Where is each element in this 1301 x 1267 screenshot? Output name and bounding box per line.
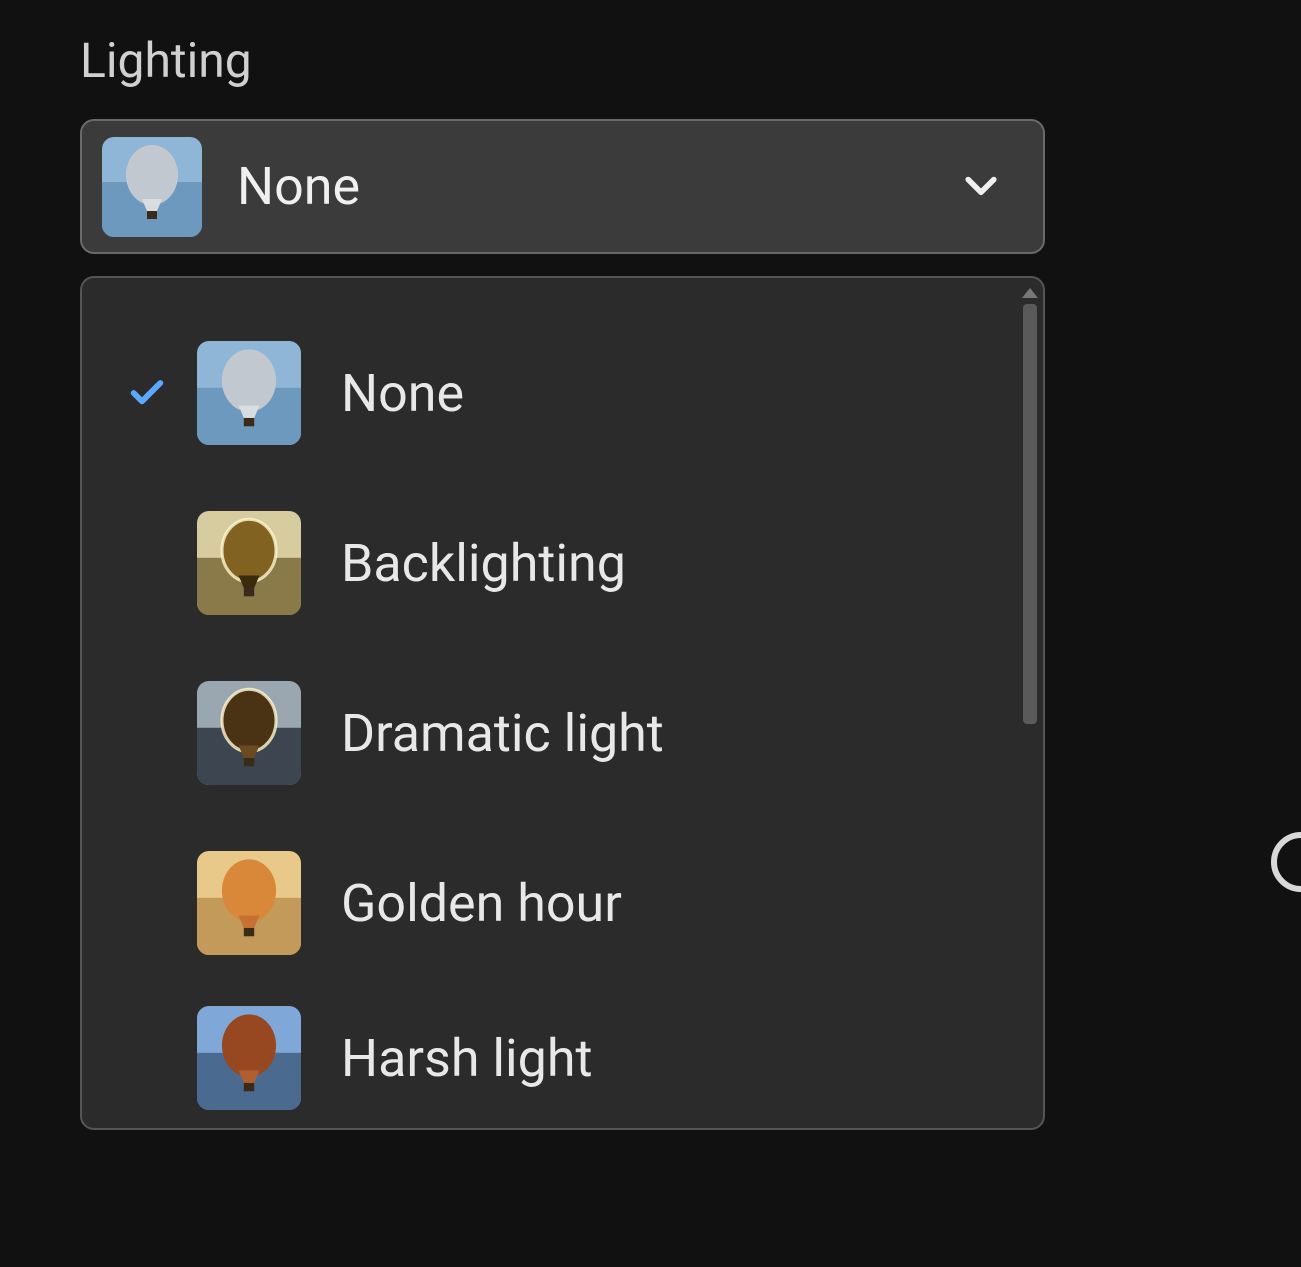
option-thumbnail <box>197 1006 301 1110</box>
option-label: Backlighting <box>341 533 626 594</box>
lighting-option-backlighting[interactable]: Backlighting <box>82 478 1043 648</box>
lighting-selected-label: None <box>237 156 959 217</box>
option-label: Golden hour <box>341 873 622 934</box>
scroll-up-icon <box>1022 288 1038 298</box>
option-label: Harsh light <box>341 1028 593 1089</box>
option-thumbnail <box>197 851 301 955</box>
lighting-option-harsh-light[interactable]: Harsh light <box>82 988 1043 1128</box>
lighting-option-dramatic-light[interactable]: Dramatic light <box>82 648 1043 818</box>
lighting-section-label: Lighting <box>80 32 1221 89</box>
lighting-option-list: None Backlighting <box>82 278 1043 1128</box>
option-label: None <box>341 363 464 424</box>
option-thumbnail <box>197 681 301 785</box>
lighting-option-golden-hour[interactable]: Golden hour <box>82 818 1043 988</box>
lighting-selected-thumbnail <box>102 137 202 237</box>
lighting-select[interactable]: None <box>80 119 1045 254</box>
option-label: Dramatic light <box>341 703 664 764</box>
lighting-option-none[interactable]: None <box>82 308 1043 478</box>
lighting-dropdown: None Backlighting <box>80 276 1045 1130</box>
option-thumbnail <box>197 511 301 615</box>
option-thumbnail <box>197 341 301 445</box>
scroll-thumb[interactable] <box>1023 304 1037 724</box>
dropdown-scrollbar[interactable] <box>1021 288 1039 1118</box>
check-icon <box>127 373 167 413</box>
chevron-down-icon <box>959 163 1003 211</box>
